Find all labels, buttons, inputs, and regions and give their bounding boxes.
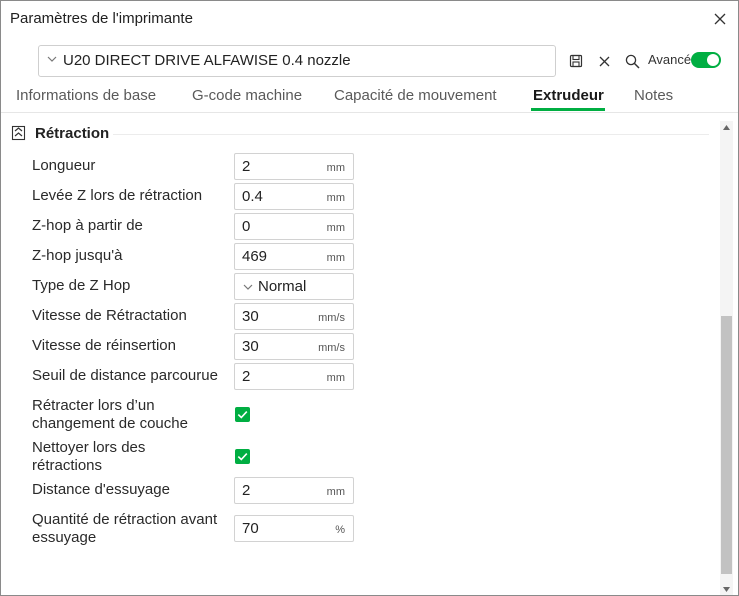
tab-basic-info[interactable]: Informations de base xyxy=(16,87,156,104)
z-lift-input[interactable]: 0.4 mm xyxy=(234,183,354,210)
setting-label: Vitesse de réinsertion xyxy=(32,337,176,354)
preset-dropdown[interactable]: U20 DIRECT DRIVE ALFAWISE 0.4 nozzle xyxy=(38,45,556,77)
field-unit: mm xyxy=(326,252,345,264)
arrow-up-icon xyxy=(723,124,730,130)
window-title: Paramètres de l'imprimante xyxy=(10,10,193,27)
tab-machine-gcode[interactable]: G-code machine xyxy=(192,87,302,104)
title-bar: Paramètres de l'imprimante xyxy=(1,1,738,37)
field-unit: mm xyxy=(326,192,345,204)
setting-label: essuyage xyxy=(32,529,97,546)
chevron-down-icon xyxy=(243,284,253,290)
wipe-distance-input[interactable]: 2 mm xyxy=(234,477,354,504)
tab-motion-ability[interactable]: Capacité de mouvement xyxy=(334,87,497,104)
check-icon xyxy=(237,411,248,419)
scroll-down-button[interactable] xyxy=(720,583,733,595)
search-button[interactable] xyxy=(623,52,641,70)
setting-label: Levée Z lors de rétraction xyxy=(32,187,203,204)
z-hop-from-input[interactable]: 0 mm xyxy=(234,213,354,240)
field-unit: mm xyxy=(326,486,345,498)
close-icon xyxy=(714,13,726,25)
vertical-scrollbar[interactable] xyxy=(720,121,733,595)
arrow-down-icon xyxy=(723,586,730,592)
field-value: 30 xyxy=(242,308,259,325)
section-divider xyxy=(113,134,709,135)
collapse-section-icon xyxy=(11,125,26,141)
active-tab-indicator xyxy=(531,108,605,111)
wipe-on-retraction-checkbox[interactable] xyxy=(235,449,250,464)
setting-label: Z-hop jusqu'à xyxy=(32,247,123,264)
advanced-label: Avancé xyxy=(648,52,692,67)
save-icon xyxy=(569,54,583,68)
field-value: 2 xyxy=(242,482,251,499)
field-unit: mm/s xyxy=(318,312,345,324)
field-value: 30 xyxy=(242,338,259,355)
preset-row: U20 DIRECT DRIVE ALFAWISE 0.4 nozzle Ava… xyxy=(1,41,738,81)
check-icon xyxy=(237,453,248,461)
setting-label: Seuil de distance parcourue xyxy=(32,367,218,384)
travel-distance-threshold-input[interactable]: 2 mm xyxy=(234,363,354,390)
setting-label: Z-hop à partir de xyxy=(32,217,143,234)
setting-label: Nettoyer lors des xyxy=(32,439,146,456)
tab-bar: Informations de base G-code machine Capa… xyxy=(1,85,738,113)
setting-label: Distance d'essuyage xyxy=(32,481,170,498)
field-unit: mm xyxy=(326,162,345,174)
setting-label: rétractions xyxy=(32,457,103,474)
field-value: 70 xyxy=(242,520,259,537)
field-unit: mm/s xyxy=(318,342,345,354)
setting-label: Rétracter lors d’un xyxy=(32,397,155,414)
toggle-knob xyxy=(707,54,719,66)
retraction-length-input[interactable]: 2 mm xyxy=(234,153,354,180)
close-button[interactable] xyxy=(708,7,732,31)
field-value: Normal xyxy=(258,278,307,295)
field-unit: mm xyxy=(326,222,345,234)
field-value: 2 xyxy=(242,368,251,385)
setting-label: Vitesse de Rétractation xyxy=(32,307,187,324)
field-unit: % xyxy=(335,524,345,536)
scroll-up-button[interactable] xyxy=(720,121,733,133)
search-icon xyxy=(625,54,640,69)
retract-on-layer-change-checkbox[interactable] xyxy=(235,407,250,422)
scroll-thumb[interactable] xyxy=(721,316,732,574)
tab-notes[interactable]: Notes xyxy=(634,87,673,104)
field-value: 469 xyxy=(242,248,268,265)
save-preset-button[interactable] xyxy=(567,52,585,70)
setting-label: Type de Z Hop xyxy=(32,277,131,294)
delete-preset-button[interactable] xyxy=(595,52,613,70)
setting-label: changement de couche xyxy=(32,415,188,432)
chevron-down-icon xyxy=(47,56,57,62)
field-value: 0.4 xyxy=(242,188,263,205)
tab-extruder[interactable]: Extrudeur xyxy=(533,87,604,104)
z-hop-type-select[interactable]: Normal xyxy=(234,273,354,300)
deretraction-speed-input[interactable]: 30 mm/s xyxy=(234,333,354,360)
setting-label: Longueur xyxy=(32,157,96,174)
z-hop-to-input[interactable]: 469 mm xyxy=(234,243,354,270)
retraction-speed-input[interactable]: 30 mm/s xyxy=(234,303,354,330)
field-value: 2 xyxy=(242,158,251,175)
preset-name: U20 DIRECT DRIVE ALFAWISE 0.4 nozzle xyxy=(63,52,351,69)
delete-icon xyxy=(599,56,609,66)
advanced-toggle[interactable] xyxy=(691,52,721,68)
setting-label: Quantité de rétraction avant xyxy=(32,511,218,528)
section-title: Rétraction xyxy=(35,125,110,142)
printer-settings-dialog: Paramètres de l'imprimante U20 DIRECT DR… xyxy=(0,0,739,596)
field-unit: mm xyxy=(326,372,345,384)
field-value: 0 xyxy=(242,218,251,235)
retract-before-wipe-input[interactable]: 70 % xyxy=(234,515,354,542)
